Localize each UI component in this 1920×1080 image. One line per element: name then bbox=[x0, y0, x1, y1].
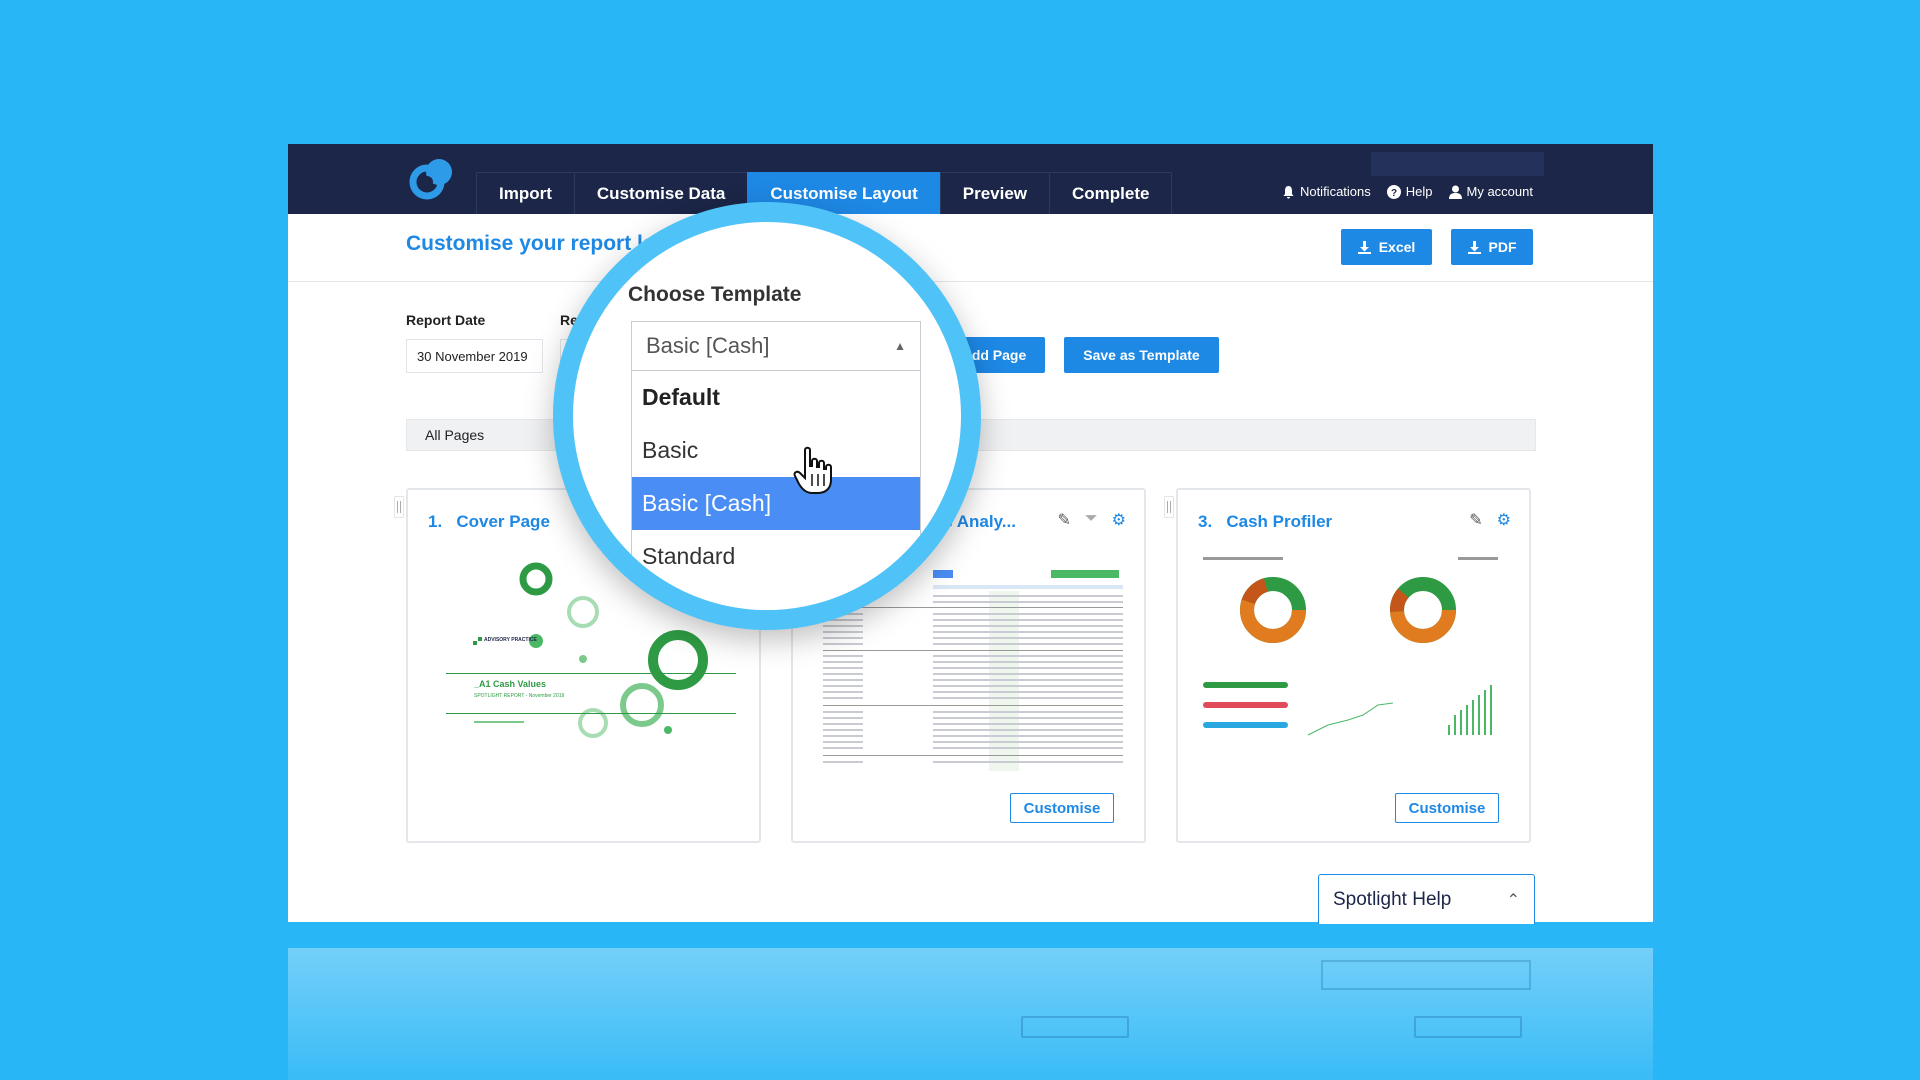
template-picker: Choose Template Basic [Cash] ▲ Default B… bbox=[573, 222, 961, 610]
download-icon bbox=[1357, 240, 1371, 254]
download-icon bbox=[1467, 240, 1481, 254]
window-reflection bbox=[288, 948, 1653, 1080]
pencil-icon[interactable]: ✎ bbox=[1469, 510, 1482, 530]
hand-cursor-icon bbox=[793, 446, 832, 494]
caret-up-icon: ▲ bbox=[894, 339, 906, 353]
excel-label: Excel bbox=[1378, 239, 1416, 255]
reflection-customise bbox=[1021, 1016, 1129, 1038]
cover-report-subtitle: SPOTLIGHT REPORT - November 2019 bbox=[474, 693, 565, 699]
report-date-label: Report Date bbox=[406, 312, 486, 328]
bell-icon bbox=[1283, 185, 1294, 198]
card-tools: ✎ ⚙ bbox=[1469, 510, 1511, 530]
spotlight-help-panel[interactable]: Spotlight Help ⌃ bbox=[1318, 874, 1535, 924]
template-select[interactable]: Basic [Cash] ▲ bbox=[631, 321, 921, 371]
card-tools: ✎ ⏷ ⚙ bbox=[1057, 510, 1126, 530]
app-window: Import Customise Data Customise Layout P… bbox=[288, 144, 1653, 922]
help-link[interactable]: ? Help bbox=[1386, 184, 1433, 199]
save-template-label: Save as Template bbox=[1083, 347, 1200, 363]
option-basic[interactable]: Basic bbox=[632, 424, 920, 477]
notifications-link[interactable]: Notifications bbox=[1282, 184, 1371, 199]
page-card-cash-profiler: 3. Cash Profiler ✎ ⚙ Customise bbox=[1164, 488, 1531, 843]
all-pages-label: All Pages bbox=[425, 427, 485, 443]
svg-text:?: ? bbox=[1391, 188, 1397, 199]
spotlight-help-label: Spotlight Help bbox=[1333, 888, 1452, 910]
question-icon: ? bbox=[1386, 184, 1401, 199]
user-icon bbox=[1448, 185, 1462, 199]
app-logo-icon bbox=[409, 159, 452, 200]
gear-icon[interactable]: ⚙ bbox=[1497, 510, 1511, 530]
account-label: My account bbox=[1466, 184, 1533, 199]
filter-icon[interactable]: ⏷ bbox=[1085, 510, 1098, 530]
magnifier-lens: Choose Template Basic [Cash] ▲ Default B… bbox=[553, 202, 981, 630]
top-navigation-bar: Import Customise Data Customise Layout P… bbox=[288, 144, 1653, 214]
card-number: 3. bbox=[1198, 512, 1213, 531]
tab-preview[interactable]: Preview bbox=[939, 172, 1049, 214]
report-date-input[interactable]: 30 November 2019 bbox=[406, 339, 543, 373]
template-select-value: Basic [Cash] bbox=[646, 333, 770, 358]
customise-button[interactable]: Customise bbox=[1395, 793, 1499, 823]
template-dropdown-list: Default Basic Basic [Cash] Standard bbox=[631, 371, 921, 610]
card-title: 3. Cash Profiler bbox=[1198, 512, 1332, 532]
main-tabs: Import Customise Data Customise Layout P… bbox=[476, 172, 1173, 214]
save-as-template-button[interactable]: Save as Template bbox=[1064, 337, 1219, 373]
tab-import[interactable]: Import bbox=[476, 172, 574, 214]
card-title-text: Cash Profiler bbox=[1226, 512, 1333, 531]
reflection-customise bbox=[1414, 1016, 1522, 1038]
account-link[interactable]: My account bbox=[1448, 184, 1533, 199]
tab-complete[interactable]: Complete bbox=[1049, 172, 1173, 214]
header-links: Notifications ? Help My account bbox=[1282, 184, 1533, 199]
card-title-text: Cover Page bbox=[456, 512, 550, 531]
reflection-spotlight bbox=[1321, 960, 1531, 990]
export-pdf-button[interactable]: PDF bbox=[1451, 229, 1533, 265]
pdf-label: PDF bbox=[1488, 239, 1517, 255]
help-label: Help bbox=[1405, 184, 1433, 199]
card-number: 1. bbox=[428, 512, 443, 531]
cover-brand: ADVISORY PRACTICE bbox=[484, 637, 537, 643]
search-box[interactable] bbox=[1371, 152, 1544, 176]
drag-handle[interactable] bbox=[394, 496, 404, 518]
option-basic-cash[interactable]: Basic [Cash] bbox=[632, 477, 920, 530]
card-title: 1. Cover Page bbox=[428, 512, 550, 532]
chevron-up-icon: ⌃ bbox=[1506, 891, 1520, 909]
option-group-default: Default bbox=[642, 384, 720, 410]
notifications-label: Notifications bbox=[1299, 184, 1371, 199]
cover-report-name: _A1 Cash Values bbox=[473, 679, 546, 689]
export-excel-button[interactable]: Excel bbox=[1341, 229, 1432, 265]
customise-button[interactable]: Customise bbox=[1010, 793, 1114, 823]
gear-icon[interactable]: ⚙ bbox=[1112, 510, 1126, 530]
choose-template-label: Choose Template bbox=[628, 283, 802, 306]
option-standard[interactable]: Standard bbox=[632, 530, 920, 583]
drag-handle[interactable] bbox=[1164, 496, 1174, 518]
pencil-icon[interactable]: ✎ bbox=[1057, 510, 1070, 530]
dashboard-thumbnail bbox=[1203, 557, 1498, 736]
